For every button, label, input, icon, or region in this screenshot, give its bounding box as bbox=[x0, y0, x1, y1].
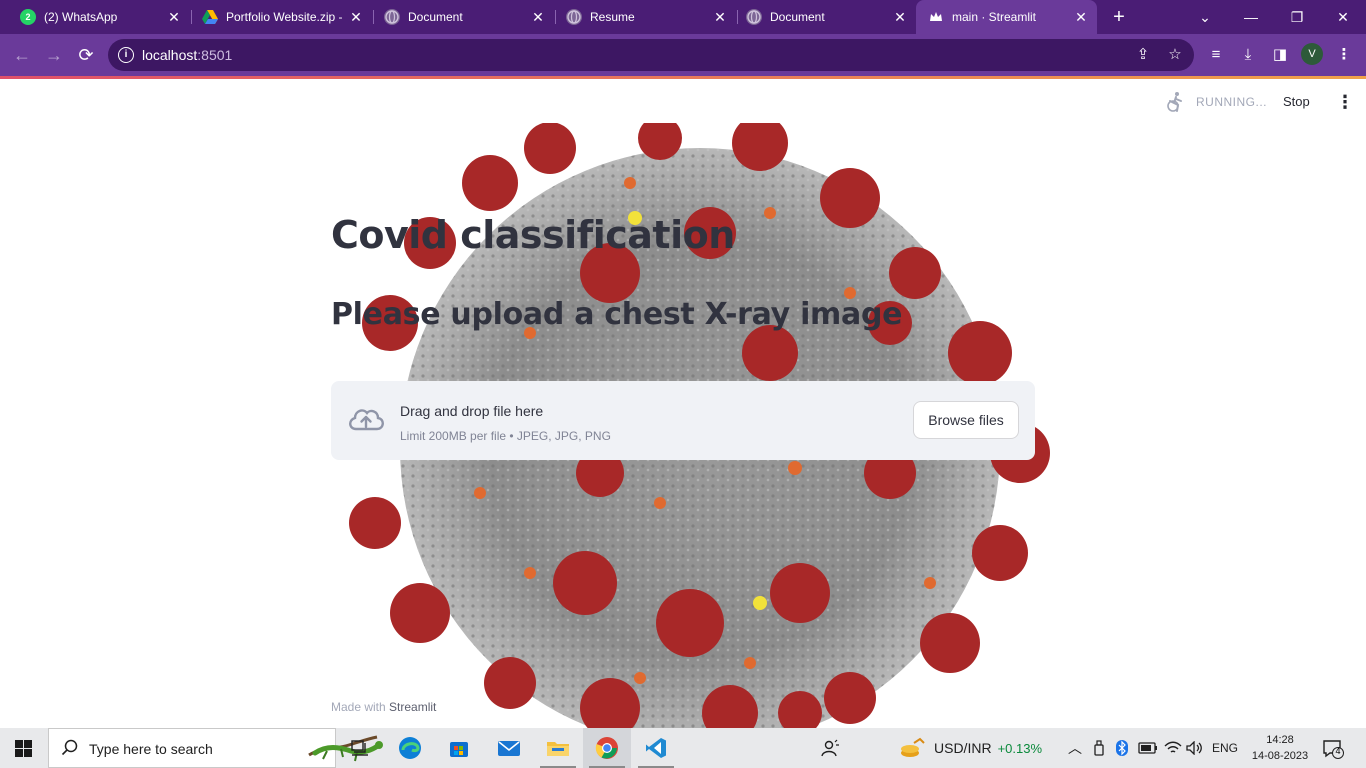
running-person-icon bbox=[1167, 92, 1182, 112]
clock-time: 14:28 bbox=[1266, 734, 1294, 746]
notification-center-icon[interactable]: 4 bbox=[1322, 739, 1344, 759]
upload-limit-label: Limit 200MB per file • JPEG, JPG, PNG bbox=[400, 429, 611, 443]
tab-streamlit-main[interactable]: main · Streamlit ✕ bbox=[916, 0, 1097, 34]
streamlit-link[interactable]: Streamlit bbox=[389, 700, 436, 714]
footer: Made with Streamlit bbox=[331, 700, 436, 714]
minimize-button[interactable]: — bbox=[1228, 0, 1274, 34]
site-info-icon[interactable]: i bbox=[118, 47, 134, 63]
drag-drop-label: Drag and drop file here bbox=[400, 403, 544, 419]
streamlit-crown-icon bbox=[928, 9, 944, 25]
tab-document-1[interactable]: Document ✕ bbox=[374, 0, 554, 34]
people-icon[interactable] bbox=[820, 728, 840, 768]
volume-icon[interactable] bbox=[1186, 728, 1204, 768]
tab-portfolio-website[interactable]: Portfolio Website.zip - ✕ bbox=[192, 0, 372, 34]
tab-search-chevron-icon[interactable]: ⌄ bbox=[1182, 0, 1228, 34]
whatsapp-icon: 2 bbox=[20, 9, 36, 25]
globe-icon bbox=[384, 9, 400, 25]
reading-list-icon[interactable]: ≡ bbox=[1206, 45, 1226, 65]
close-tab-icon[interactable]: ✕ bbox=[712, 9, 728, 25]
side-panel-icon[interactable]: ◨ bbox=[1270, 45, 1290, 65]
page-subtitle: Please upload a chest X-ray image bbox=[331, 297, 903, 332]
wifi-icon[interactable] bbox=[1164, 728, 1182, 768]
streamlit-app: RUNNING... Stop ⋮ Covid classification P… bbox=[0, 79, 1366, 728]
mail-icon[interactable] bbox=[485, 728, 533, 768]
bookmark-star-icon[interactable]: ☆ bbox=[1166, 46, 1184, 64]
stop-button[interactable]: Stop bbox=[1283, 94, 1310, 109]
restore-button[interactable]: ❐ bbox=[1274, 0, 1320, 34]
tab-title: (2) WhatsApp bbox=[44, 10, 118, 24]
tab-whatsapp[interactable]: 2 (2) WhatsApp ✕ bbox=[10, 0, 190, 34]
running-status: RUNNING... bbox=[1196, 95, 1267, 109]
browse-files-button[interactable]: Browse files bbox=[913, 401, 1019, 439]
browser-menu-icon[interactable]: ⋮ bbox=[1334, 45, 1354, 65]
browser-tab-strip: 2 (2) WhatsApp ✕ Portfolio Website.zip -… bbox=[0, 0, 1366, 34]
vscode-icon[interactable] bbox=[632, 728, 680, 768]
close-tab-icon[interactable]: ✕ bbox=[166, 9, 182, 25]
market-ticker[interactable]: USD/INR +0.13% bbox=[900, 728, 1042, 768]
windows-taskbar: Type here to search USD/INR +0.13% ︿ ENG… bbox=[0, 728, 1366, 768]
taskbar-search-input[interactable]: Type here to search bbox=[48, 728, 383, 768]
bluetooth-icon[interactable] bbox=[1116, 728, 1128, 768]
new-tab-button[interactable]: + bbox=[1097, 0, 1141, 34]
back-arrow-icon[interactable]: ← bbox=[10, 43, 34, 67]
download-icon[interactable]: ⤓ bbox=[1238, 45, 1258, 65]
search-placeholder: Type here to search bbox=[89, 741, 213, 757]
notification-count: 4 bbox=[1335, 746, 1341, 756]
address-bar[interactable]: i localhost:8501 ⇪ ☆ bbox=[108, 39, 1194, 71]
close-tab-icon[interactable]: ✕ bbox=[892, 9, 908, 25]
google-drive-icon bbox=[202, 9, 218, 25]
windows-start-icon[interactable] bbox=[15, 740, 32, 757]
search-icon bbox=[61, 739, 78, 756]
store-icon[interactable] bbox=[435, 728, 483, 768]
chrome-icon[interactable] bbox=[583, 728, 631, 768]
currency-coins-icon bbox=[901, 737, 925, 757]
profile-avatar[interactable]: V bbox=[1301, 43, 1323, 65]
tab-resume[interactable]: Resume ✕ bbox=[556, 0, 736, 34]
battery-icon[interactable] bbox=[1138, 728, 1158, 768]
edge-icon[interactable] bbox=[386, 728, 434, 768]
system-clock[interactable]: 14:28 14-08-2023 bbox=[1250, 732, 1310, 764]
task-view-icon[interactable] bbox=[336, 728, 384, 768]
clock-date: 14-08-2023 bbox=[1251, 750, 1309, 762]
forward-arrow-icon[interactable]: → bbox=[42, 43, 66, 67]
close-tab-icon[interactable]: ✕ bbox=[530, 9, 546, 25]
tab-title: Resume bbox=[590, 10, 635, 24]
tab-document-2[interactable]: Document ✕ bbox=[738, 0, 916, 34]
input-language[interactable]: ENG bbox=[1212, 728, 1238, 768]
url-text: localhost:8501 bbox=[142, 47, 233, 63]
main-menu-icon[interactable]: ⋮ bbox=[1336, 91, 1354, 113]
show-hidden-icons-chevron-icon[interactable]: ︿ bbox=[1068, 728, 1082, 768]
page-title: Covid classification bbox=[331, 213, 735, 257]
tab-title: Document bbox=[770, 10, 825, 24]
ticker-change: +0.13% bbox=[997, 740, 1043, 756]
footer-prefix: Made with bbox=[331, 700, 390, 714]
close-tab-icon[interactable]: ✕ bbox=[348, 9, 364, 25]
globe-icon bbox=[746, 9, 762, 25]
browser-toolbar: ← → ⟳ i localhost:8501 ⇪ ☆ ≡ ⤓ ◨ V ⋮ bbox=[0, 34, 1366, 76]
usb-device-icon[interactable] bbox=[1092, 728, 1106, 768]
cloud-upload-icon bbox=[349, 409, 384, 431]
tab-title: main · Streamlit bbox=[952, 10, 1037, 24]
tab-title: Portfolio Website.zip - bbox=[226, 10, 342, 24]
ticker-symbol: USD/INR bbox=[934, 740, 992, 756]
file-explorer-icon[interactable] bbox=[534, 728, 582, 768]
close-tab-icon[interactable]: ✕ bbox=[1073, 9, 1089, 25]
close-window-button[interactable]: ✕ bbox=[1320, 0, 1366, 34]
reload-icon[interactable]: ⟳ bbox=[74, 43, 98, 67]
globe-icon bbox=[566, 9, 582, 25]
tab-title: Document bbox=[408, 10, 463, 24]
share-icon[interactable]: ⇪ bbox=[1134, 46, 1152, 64]
file-uploader-dropzone[interactable]: Drag and drop file here Limit 200MB per … bbox=[331, 381, 1035, 460]
